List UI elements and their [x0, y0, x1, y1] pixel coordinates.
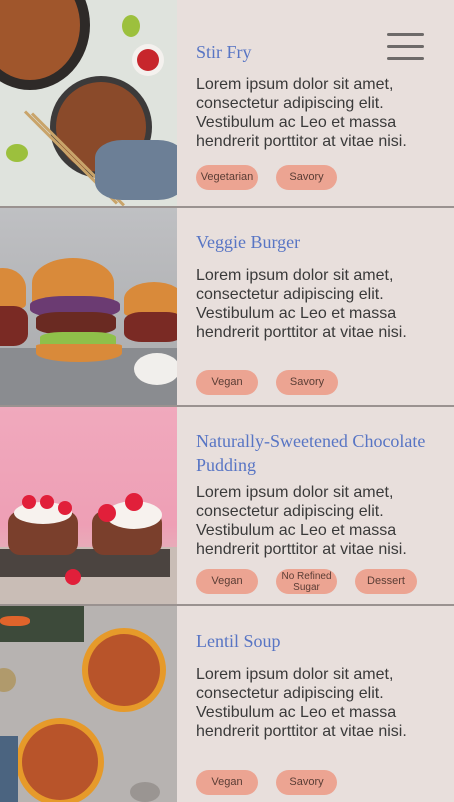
recipe-title[interactable]: Veggie Burger: [196, 230, 431, 254]
recipe-title[interactable]: Lentil Soup: [196, 629, 431, 653]
tag-vegetarian[interactable]: Vegetarian: [196, 165, 258, 190]
tag-no-refined-sugar[interactable]: No Refined Sugar: [276, 569, 337, 594]
recipe-image-stir-fry: [0, 0, 177, 206]
recipe-description: Lorem ipsum dolor sit amet, consectetur …: [196, 666, 407, 740]
recipe-content: Lentil Soup Lorem ipsum dolor sit amet, …: [177, 606, 454, 802]
recipe-card-veggie-burger[interactable]: Veggie Burger Lorem ipsum dolor sit amet…: [0, 208, 454, 405]
recipe-card-chocolate-pudding[interactable]: Naturally-Sweetened Chocolate Pudding Lo…: [0, 407, 454, 604]
recipe-description: Lorem ipsum dolor sit amet, consectetur …: [196, 267, 407, 341]
recipe-image-veggie-burger: [0, 208, 177, 405]
tag-vegan[interactable]: Vegan: [196, 770, 258, 795]
tag-vegan[interactable]: Vegan: [196, 569, 258, 594]
tag-savory[interactable]: Savory: [276, 770, 337, 795]
recipe-content: Veggie Burger Lorem ipsum dolor sit amet…: [177, 208, 454, 405]
recipe-description: Lorem ipsum dolor sit amet, consectetur …: [196, 76, 407, 150]
recipe-tags: Vegan Savory: [196, 770, 337, 795]
tag-savory[interactable]: Savory: [276, 165, 337, 190]
tag-vegan[interactable]: Vegan: [196, 370, 258, 395]
recipe-tags: Vegan Savory: [196, 370, 338, 395]
tag-dessert[interactable]: Dessert: [355, 569, 417, 594]
hamburger-menu-icon[interactable]: [387, 33, 424, 61]
menu-bar: [387, 33, 424, 36]
recipe-content: Naturally-Sweetened Chocolate Pudding Lo…: [177, 407, 454, 604]
recipe-title[interactable]: Naturally-Sweetened Chocolate Pudding: [196, 429, 431, 477]
recipe-card-stir-fry[interactable]: Stir Fry Lorem ipsum dolor sit amet, con…: [0, 0, 454, 206]
tag-savory[interactable]: Savory: [276, 370, 338, 395]
recipe-tags: Vegetarian Savory: [196, 165, 337, 190]
recipe-card-lentil-soup[interactable]: Lentil Soup Lorem ipsum dolor sit amet, …: [0, 606, 454, 802]
recipe-content: Stir Fry Lorem ipsum dolor sit amet, con…: [177, 0, 454, 206]
menu-bar: [387, 57, 424, 60]
recipe-image-lentil-soup: [0, 606, 177, 802]
menu-bar: [387, 45, 424, 48]
recipe-tags: Vegan No Refined Sugar Dessert: [196, 569, 417, 594]
recipe-description: Lorem ipsum dolor sit amet, consectetur …: [196, 484, 407, 558]
recipe-image-chocolate-pudding: [0, 407, 177, 604]
